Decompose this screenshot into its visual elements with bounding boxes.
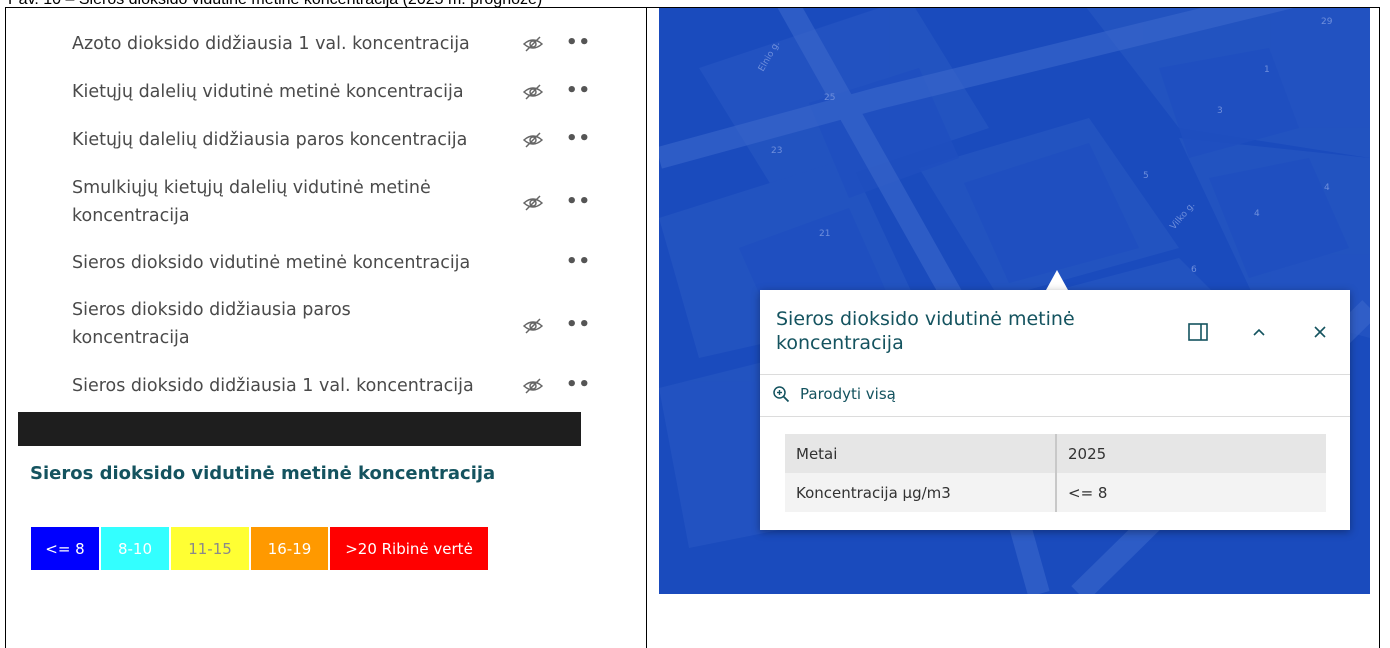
layer-label: Smulkiųjų kietųjų dalelių vidutinė metin… (72, 178, 431, 226)
more-options-icon[interactable]: •• (566, 314, 591, 335)
legend-swatch: 11-15 (171, 527, 249, 570)
chevron-up-icon[interactable] (1247, 320, 1271, 344)
legend-swatch: <= 8 (31, 527, 99, 570)
attribute-table: Metai 2025 Koncentracija µg/m3 <= 8 (785, 434, 1326, 512)
map-label: 5 (1143, 171, 1149, 181)
legend-swatch: 8-10 (101, 527, 169, 570)
attribute-key: Koncentracija µg/m3 (785, 473, 1057, 512)
map-label: 3 (1217, 106, 1223, 116)
hidden-eye-icon[interactable] (522, 131, 544, 149)
popup-title: Sieros dioksido vidutinė metinė koncentr… (776, 308, 1075, 354)
legend-swatch: 16-19 (251, 527, 328, 570)
map-label: 21 (819, 229, 830, 239)
map-label: 25 (824, 93, 835, 103)
attribute-value: <= 8 (1056, 473, 1326, 512)
layer-label: Kietųjų dalelių vidutinė metinė koncentr… (72, 82, 464, 102)
more-options-icon[interactable]: •• (566, 32, 591, 53)
legend-swatch: >20 Ribinė vertė (330, 527, 488, 570)
popup-divider (760, 374, 1350, 375)
attribute-key: Metai (785, 434, 1057, 473)
zoom-to-button[interactable]: Parodyti visą (772, 385, 896, 403)
attribute-value: 2025 (1056, 434, 1326, 473)
more-options-icon[interactable]: •• (566, 191, 591, 212)
zoom-in-icon (773, 386, 790, 403)
more-options-icon[interactable]: •• (566, 251, 591, 272)
feature-popup: Sieros dioksido vidutinė metinė koncentr… (760, 290, 1350, 530)
zoom-to-label: Parodyti visą (800, 385, 896, 403)
layer-label: Azoto dioksido didžiausia 1 val. koncent… (72, 34, 470, 54)
layer-label: Sieros dioksido vidutinė metinė koncentr… (72, 253, 471, 273)
legend-header-bar (18, 412, 581, 446)
dock-icon[interactable] (1186, 320, 1210, 344)
legend-scale: <= 8 8-10 11-15 16-19 >20 Ribinė vertė (31, 527, 490, 570)
close-icon[interactable] (1308, 320, 1332, 344)
more-options-icon[interactable]: •• (566, 374, 591, 395)
map-label: 23 (771, 146, 782, 156)
layer-label: Sieros dioksido didžiausia 1 val. koncen… (72, 376, 474, 396)
table-row: Metai 2025 (785, 434, 1326, 473)
hidden-eye-icon[interactable] (522, 377, 544, 395)
legend-title: Sieros dioksido vidutinė metinė koncentr… (30, 463, 496, 484)
layer-label: Kietųjų dalelių didžiausia paros koncent… (72, 130, 468, 150)
hidden-eye-icon[interactable] (522, 317, 544, 335)
map-label: 29 (1321, 17, 1333, 27)
more-options-icon[interactable]: •• (566, 80, 591, 101)
map-label: 1 (1264, 65, 1270, 75)
more-options-icon[interactable]: •• (566, 128, 591, 149)
popup-divider (760, 416, 1350, 417)
table-row: Koncentracija µg/m3 <= 8 (785, 473, 1326, 512)
hidden-eye-icon[interactable] (522, 83, 544, 101)
popup-pointer (1046, 270, 1068, 290)
hidden-eye-icon[interactable] (522, 35, 544, 53)
hidden-eye-icon[interactable] (522, 194, 544, 212)
map-label: 4 (1324, 183, 1330, 193)
layer-label: Sieros dioksido didžiausia paros koncent… (72, 300, 351, 348)
map-label: 4 (1254, 209, 1260, 219)
map-label: 6 (1191, 265, 1197, 275)
